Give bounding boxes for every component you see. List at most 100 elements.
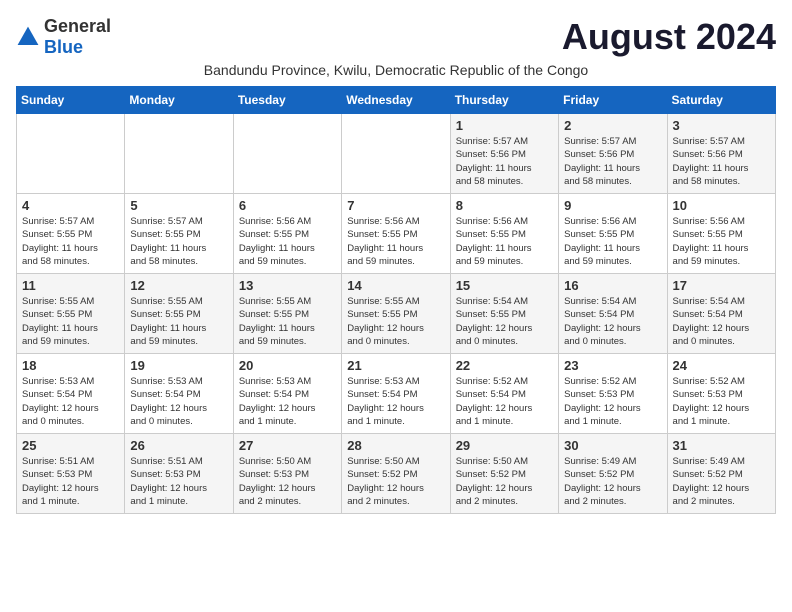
- header-cell-tuesday: Tuesday: [233, 87, 341, 114]
- logo-icon: [16, 25, 40, 49]
- day-info: Sunrise: 5:57 AM Sunset: 5:55 PM Dayligh…: [22, 215, 119, 268]
- day-cell: 11 Sunrise: 5:55 AM Sunset: 5:55 PM Dayli…: [17, 274, 125, 354]
- day-cell: [125, 114, 233, 194]
- day-cell: 23 Sunrise: 5:52 AM Sunset: 5:53 PM Dayli…: [559, 354, 667, 434]
- day-cell: 1Sunrise: 5:57 AM Sunset: 5:56 PM Daylig…: [450, 114, 558, 194]
- day-info: Sunrise: 5:50 AM Sunset: 5:53 PM Dayligh…: [239, 455, 336, 508]
- day-number: 5: [130, 198, 227, 213]
- day-cell: 4 Sunrise: 5:57 AM Sunset: 5:55 PM Daylig…: [17, 194, 125, 274]
- day-cell: [17, 114, 125, 194]
- day-info: Sunrise: 5:55 AM Sunset: 5:55 PM Dayligh…: [130, 295, 227, 348]
- day-info: Sunrise: 5:50 AM Sunset: 5:52 PM Dayligh…: [456, 455, 553, 508]
- day-number: 31: [673, 438, 770, 453]
- header-cell-sunday: Sunday: [17, 87, 125, 114]
- day-cell: 29Sunrise: 5:50 AM Sunset: 5:52 PM Dayli…: [450, 434, 558, 514]
- header-cell-wednesday: Wednesday: [342, 87, 450, 114]
- day-number: 12: [130, 278, 227, 293]
- day-info: Sunrise: 5:51 AM Sunset: 5:53 PM Dayligh…: [130, 455, 227, 508]
- day-number: 23: [564, 358, 661, 373]
- header-row: SundayMondayTuesdayWednesdayThursdayFrid…: [17, 87, 776, 114]
- day-cell: 24Sunrise: 5:52 AM Sunset: 5:53 PM Dayli…: [667, 354, 775, 434]
- header-cell-monday: Monday: [125, 87, 233, 114]
- day-cell: [342, 114, 450, 194]
- day-cell: 13Sunrise: 5:55 AM Sunset: 5:55 PM Dayli…: [233, 274, 341, 354]
- day-info: Sunrise: 5:53 AM Sunset: 5:54 PM Dayligh…: [22, 375, 119, 428]
- day-info: Sunrise: 5:55 AM Sunset: 5:55 PM Dayligh…: [239, 295, 336, 348]
- day-cell: 28Sunrise: 5:50 AM Sunset: 5:52 PM Dayli…: [342, 434, 450, 514]
- day-info: Sunrise: 5:51 AM Sunset: 5:53 PM Dayligh…: [22, 455, 119, 508]
- week-row-2: 4 Sunrise: 5:57 AM Sunset: 5:55 PM Daylig…: [17, 194, 776, 274]
- page-header: General Blue August 2024: [16, 16, 776, 58]
- day-number: 16: [564, 278, 661, 293]
- day-info: Sunrise: 5:53 AM Sunset: 5:54 PM Dayligh…: [130, 375, 227, 428]
- day-cell: 20 Sunrise: 5:53 AM Sunset: 5:54 PM Dayli…: [233, 354, 341, 434]
- week-row-5: 25Sunrise: 5:51 AM Sunset: 5:53 PM Dayli…: [17, 434, 776, 514]
- day-cell: 12 Sunrise: 5:55 AM Sunset: 5:55 PM Dayli…: [125, 274, 233, 354]
- day-number: 9: [564, 198, 661, 213]
- day-number: 21: [347, 358, 444, 373]
- day-cell: 2 Sunrise: 5:57 AM Sunset: 5:56 PM Daylig…: [559, 114, 667, 194]
- day-number: 19: [130, 358, 227, 373]
- day-cell: 19 Sunrise: 5:53 AM Sunset: 5:54 PM Dayli…: [125, 354, 233, 434]
- day-cell: 17 Sunrise: 5:54 AM Sunset: 5:54 PM Dayli…: [667, 274, 775, 354]
- day-cell: 22Sunrise: 5:52 AM Sunset: 5:54 PM Dayli…: [450, 354, 558, 434]
- day-number: 1: [456, 118, 553, 133]
- day-number: 26: [130, 438, 227, 453]
- day-cell: 7Sunrise: 5:56 AM Sunset: 5:55 PM Daylig…: [342, 194, 450, 274]
- day-info: Sunrise: 5:56 AM Sunset: 5:55 PM Dayligh…: [456, 215, 553, 268]
- day-info: Sunrise: 5:53 AM Sunset: 5:54 PM Dayligh…: [239, 375, 336, 428]
- day-number: 3: [673, 118, 770, 133]
- day-info: Sunrise: 5:56 AM Sunset: 5:55 PM Dayligh…: [564, 215, 661, 268]
- day-number: 24: [673, 358, 770, 373]
- logo: General Blue: [16, 16, 111, 58]
- day-number: 10: [673, 198, 770, 213]
- day-info: Sunrise: 5:57 AM Sunset: 5:56 PM Dayligh…: [673, 135, 770, 188]
- logo-general: General: [44, 16, 111, 36]
- day-number: 11: [22, 278, 119, 293]
- day-info: Sunrise: 5:52 AM Sunset: 5:53 PM Dayligh…: [564, 375, 661, 428]
- day-number: 17: [673, 278, 770, 293]
- day-info: Sunrise: 5:54 AM Sunset: 5:54 PM Dayligh…: [673, 295, 770, 348]
- month-title: August 2024: [562, 16, 776, 58]
- day-number: 18: [22, 358, 119, 373]
- day-cell: 9 Sunrise: 5:56 AM Sunset: 5:55 PM Daylig…: [559, 194, 667, 274]
- day-cell: 8 Sunrise: 5:56 AM Sunset: 5:55 PM Daylig…: [450, 194, 558, 274]
- day-number: 30: [564, 438, 661, 453]
- day-number: 27: [239, 438, 336, 453]
- day-info: Sunrise: 5:55 AM Sunset: 5:55 PM Dayligh…: [22, 295, 119, 348]
- day-cell: 3 Sunrise: 5:57 AM Sunset: 5:56 PM Daylig…: [667, 114, 775, 194]
- day-cell: 14Sunrise: 5:55 AM Sunset: 5:55 PM Dayli…: [342, 274, 450, 354]
- day-info: Sunrise: 5:53 AM Sunset: 5:54 PM Dayligh…: [347, 375, 444, 428]
- calendar-subtitle: Bandundu Province, Kwilu, Democratic Rep…: [16, 62, 776, 78]
- day-number: 15: [456, 278, 553, 293]
- week-row-1: 1 Sunrise: 5:57 AM Sunset: 5:56 PM Daylig…: [17, 114, 776, 194]
- day-number: 28: [347, 438, 444, 453]
- day-number: 4: [22, 198, 119, 213]
- day-info: Sunrise: 5:56 AM Sunset: 5:55 PM Dayligh…: [673, 215, 770, 268]
- day-cell: 6 Sunrise: 5:56 AM Sunset: 5:55 PM Daylig…: [233, 194, 341, 274]
- day-number: 8: [456, 198, 553, 213]
- day-number: 2: [564, 118, 661, 133]
- day-cell: 16Sunrise: 5:54 AM Sunset: 5:54 PM Dayli…: [559, 274, 667, 354]
- header-cell-thursday: Thursday: [450, 87, 558, 114]
- day-cell: 31 Sunrise: 5:49 AM Sunset: 5:52 PM Dayli…: [667, 434, 775, 514]
- calendar-header: SundayMondayTuesdayWednesdayThursdayFrid…: [17, 87, 776, 114]
- day-cell: 25Sunrise: 5:51 AM Sunset: 5:53 PM Dayli…: [17, 434, 125, 514]
- day-info: Sunrise: 5:57 AM Sunset: 5:55 PM Dayligh…: [130, 215, 227, 268]
- day-info: Sunrise: 5:49 AM Sunset: 5:52 PM Dayligh…: [564, 455, 661, 508]
- day-cell: 21 Sunrise: 5:53 AM Sunset: 5:54 PM Dayli…: [342, 354, 450, 434]
- day-info: Sunrise: 5:49 AM Sunset: 5:52 PM Dayligh…: [673, 455, 770, 508]
- day-number: 20: [239, 358, 336, 373]
- calendar-body: 1 Sunrise: 5:57 AM Sunset: 5:56 PM Daylig…: [17, 114, 776, 514]
- day-cell: 10 Sunrise: 5:56 AM Sunset: 5:55 PM Dayli…: [667, 194, 775, 274]
- day-info: Sunrise: 5:56 AM Sunset: 5:55 PM Dayligh…: [239, 215, 336, 268]
- day-info: Sunrise: 5:55 AM Sunset: 5:55 PM Dayligh…: [347, 295, 444, 348]
- calendar-table: SundayMondayTuesdayWednesdayThursdayFrid…: [16, 86, 776, 514]
- logo-blue: Blue: [44, 37, 83, 57]
- day-cell: 30 Sunrise: 5:49 AM Sunset: 5:52 PM Dayli…: [559, 434, 667, 514]
- day-info: Sunrise: 5:52 AM Sunset: 5:54 PM Dayligh…: [456, 375, 553, 428]
- week-row-4: 18 Sunrise: 5:53 AM Sunset: 5:54 PM Dayli…: [17, 354, 776, 434]
- day-cell: 27 Sunrise: 5:50 AM Sunset: 5:53 PM Dayli…: [233, 434, 341, 514]
- day-info: Sunrise: 5:57 AM Sunset: 5:56 PM Dayligh…: [564, 135, 661, 188]
- day-number: 6: [239, 198, 336, 213]
